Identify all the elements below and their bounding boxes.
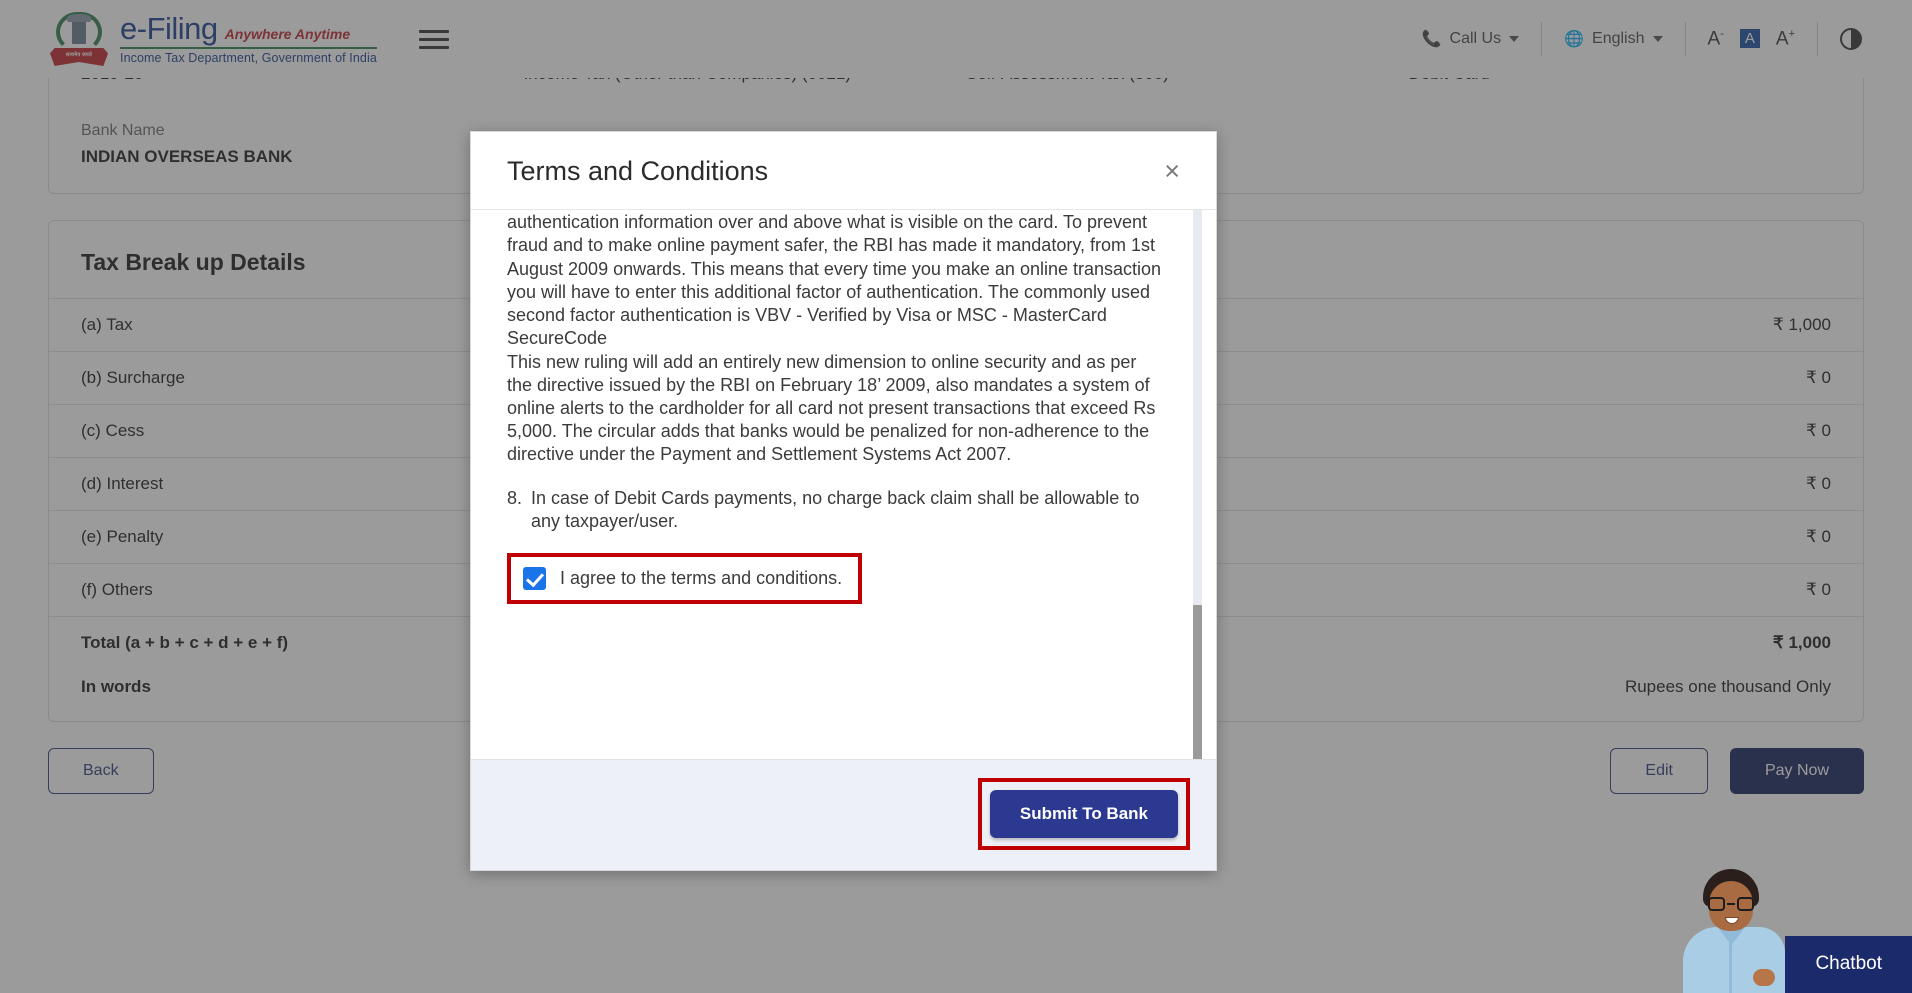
submit-to-bank-button[interactable]: Submit To Bank [989,790,1178,838]
agree-terms-checkbox[interactable] [523,567,546,591]
chatbot-open-button[interactable]: Chatbot [1785,936,1912,993]
chatbot-avatar-icon [1677,861,1786,993]
terms-and-conditions-modal: Terms and Conditions × mandatory for all… [470,131,1217,871]
agree-terms-label: I agree to the terms and conditions. [560,568,843,589]
submit-button-highlight: Submit To Bank [977,778,1190,850]
page-root: सत्यमेव जयते e-Filing Anywhere Anytime I… [0,0,1912,993]
modal-body: mandatory for all banks issuing debit ca… [471,210,1216,759]
terms-paragraph-1: mandatory for all banks issuing debit ca… [507,212,1162,349]
terms-item-8-number: 8. [507,487,523,508]
terms-item-8: 8. In case of Debit Cards payments, no c… [507,487,1162,533]
agree-checkbox-highlight: I agree to the terms and conditions. [507,553,863,605]
terms-paragraph-2: This new ruling will add an entirely new… [507,351,1156,465]
chatbot-widget[interactable]: Chatbot [1677,861,1912,993]
close-icon[interactable]: × [1164,158,1180,185]
modal-scrollbar-thumb[interactable] [1193,605,1202,759]
terms-item-8-text: In case of Debit Cards payments, no char… [531,487,1140,531]
modal-title: Terms and Conditions [507,156,769,186]
modal-header: Terms and Conditions × [471,132,1216,210]
modal-footer: Submit To Bank [471,759,1216,870]
terms-scroll-area[interactable]: mandatory for all banks issuing debit ca… [507,210,1182,759]
